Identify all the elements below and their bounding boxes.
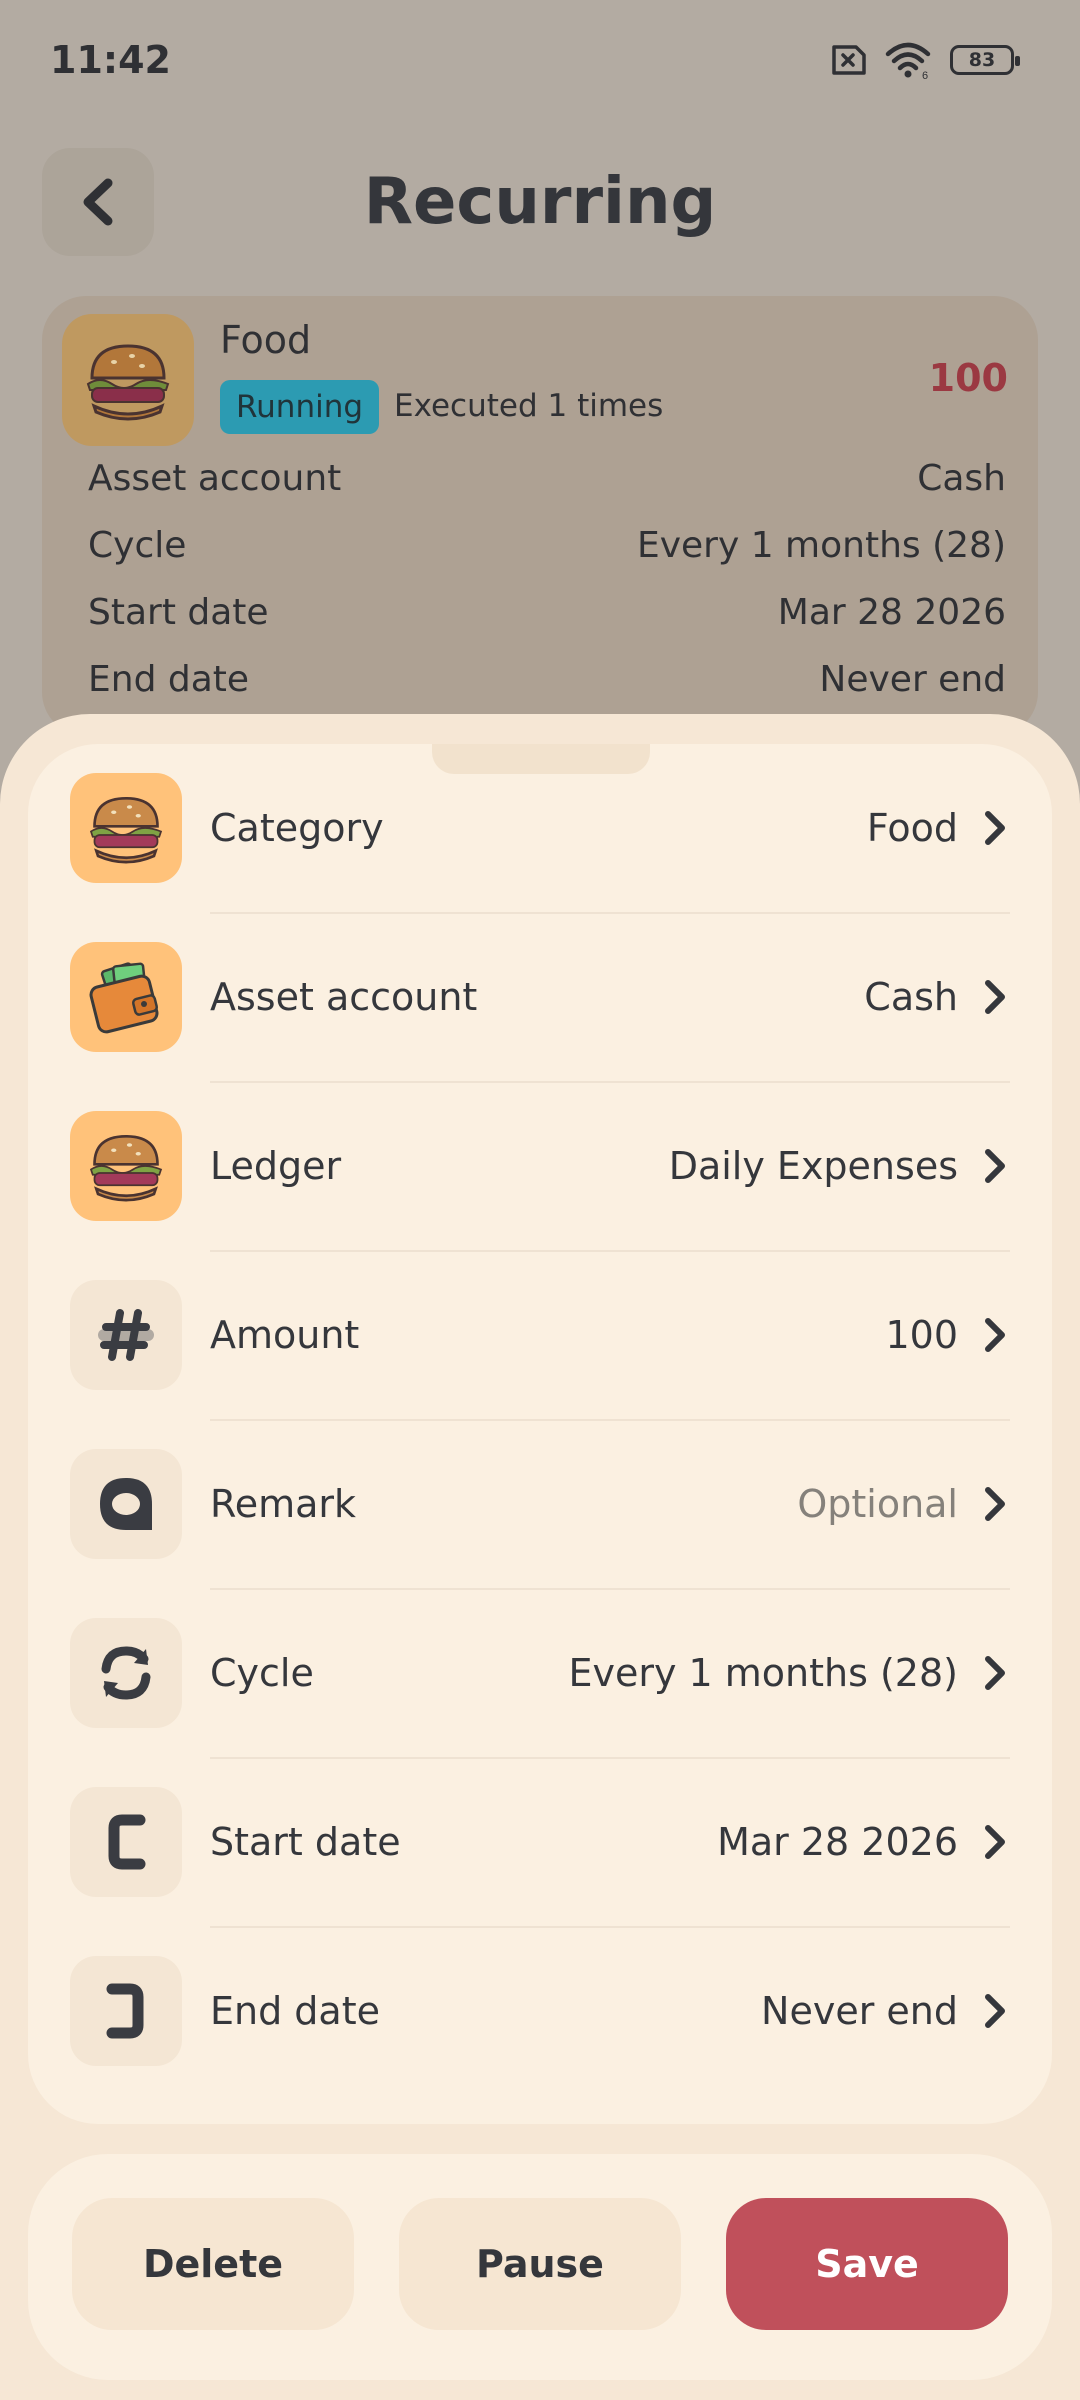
chevron-right-icon [980,1822,1010,1862]
chevron-right-icon [980,1991,1010,2031]
summary-row-label: Cycle [88,525,187,566]
row-label: End date [210,1989,380,2033]
summary-row-end-date: End date Never end [88,659,1006,700]
ledger-icon-tile [70,1111,182,1221]
summary-row-value: Cash [917,458,1006,499]
chevron-right-icon [980,977,1010,1017]
remark-icon-tile [70,1449,182,1559]
pause-button[interactable]: Pause [399,2198,681,2330]
chevron-right-icon [980,808,1010,848]
summary-row-value: Every 1 months (28) [636,525,1006,566]
action-bar: Delete Pause Save [28,2154,1052,2380]
summary-row-label: Asset account [88,458,342,499]
row-label: Cycle [210,1651,314,1695]
edit-sheet: Category Food Asset account Cash Ledger … [0,714,1080,2400]
wifi-sub-label: 6 [922,70,928,80]
row-label: Ledger [210,1144,342,1188]
sheet-drag-handle[interactable] [432,744,650,774]
form-row-asset-account[interactable]: Asset account Cash [70,913,1010,1081]
status-time: 11:42 [50,38,171,82]
start-date-icon-tile [70,1787,182,1897]
row-value: Food [866,806,958,850]
status-icons: 6 83 [826,40,1020,80]
category-icon-tile [70,773,182,883]
amount-icon-tile [70,1280,182,1390]
chevron-right-icon [980,1484,1010,1524]
summary-row-value: Never end [819,659,1006,700]
row-label: Category [210,806,384,850]
cycle-icon-tile [70,1618,182,1728]
row-value: Never end [761,1989,958,2033]
end-date-icon [106,1983,144,2039]
row-value: Cash [864,975,958,1019]
burger-icon [89,796,163,864]
row-value: Mar 28 2026 [717,1820,958,1864]
page-title: Recurring [363,165,717,239]
summary-row-label: Start date [88,592,269,633]
summary-row-value: Mar 28 2026 [777,592,1006,633]
row-label: Asset account [210,975,478,1019]
status-badge: Running [220,380,380,434]
burger-icon [89,1134,163,1202]
burger-icon [86,344,170,421]
no-sim-icon [832,45,866,75]
summary-row-start-date: Start date Mar 28 2026 [88,592,1006,633]
summary-row-label: End date [88,659,250,700]
end-date-icon-tile [70,1956,182,2066]
remark-icon [100,1478,152,1530]
summary-row-asset-account: Asset account Cash [88,458,1006,499]
form-row-remark[interactable]: Remark Optional [70,1420,1010,1588]
summary-amount: 100 [928,356,1008,400]
form-list: Category Food Asset account Cash Ledger … [28,744,1052,2124]
wifi-icon: 6 [885,42,931,80]
summary-category-icon [62,314,194,446]
row-value: 100 [885,1313,958,1357]
row-label: Amount [210,1313,360,1357]
recurring-summary-card: Food Running Executed 1 times 100 Asset … [42,296,1038,736]
battery-indicator: 83 [950,45,1020,75]
remark-placeholder: Optional [797,1482,958,1526]
cycle-icon [101,1646,151,1700]
chevron-right-icon [980,1653,1010,1693]
form-row-ledger[interactable]: Ledger Daily Expenses [70,1082,1010,1250]
form-row-amount[interactable]: Amount 100 [70,1251,1010,1419]
save-button[interactable]: Save [726,2198,1008,2330]
form-row-end-date[interactable]: End date Never end [70,1927,1010,2095]
chevron-right-icon [980,1146,1010,1186]
status-bar: 11:42 6 83 [0,0,1080,120]
form-row-start-date[interactable]: Start date Mar 28 2026 [70,1758,1010,1926]
hash-icon [98,1309,154,1361]
executed-count: Executed 1 times [394,388,664,424]
asset-icon-tile [70,942,182,1052]
wallet-icon [89,962,159,1034]
delete-button[interactable]: Delete [72,2198,354,2330]
row-label: Remark [210,1482,357,1526]
row-value: Daily Expenses [668,1144,958,1188]
summary-row-cycle: Cycle Every 1 months (28) [88,525,1006,566]
row-label: Start date [210,1820,401,1864]
summary-category-name: Food [220,318,312,362]
start-date-icon [108,1814,146,1870]
form-row-cycle[interactable]: Cycle Every 1 months (28) [70,1589,1010,1757]
row-value: Every 1 months (28) [568,1651,958,1695]
chevron-right-icon [980,1315,1010,1355]
